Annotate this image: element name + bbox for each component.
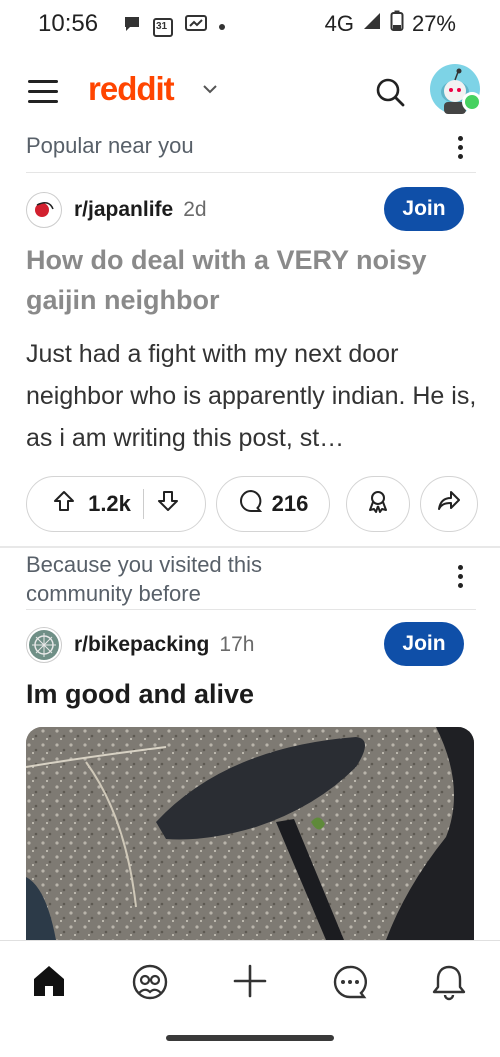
app-header: reddit [0,56,500,126]
comment-icon [238,488,264,520]
avatar[interactable] [430,64,482,114]
comments-button[interactable]: 216 [216,476,330,532]
post-separator [0,546,500,548]
community-name[interactable]: r/japanlife [74,198,173,222]
post-age: 17h [219,633,255,656]
join-button[interactable]: Join [384,622,464,666]
post-community-header: r/japanlife 2d [26,192,207,228]
section-options-icon[interactable] [458,136,464,163]
share-button[interactable] [420,476,478,532]
reddit-logo[interactable]: reddit [88,70,175,108]
join-button[interactable]: Join [384,187,464,231]
section-title-popular: Popular near you [26,133,194,158]
calendar-notification-icon: 31 [152,16,174,38]
post-body[interactable]: Just had a fight with my next door neigh… [26,333,478,459]
post-community-header: r/bikepacking 17h [26,627,254,663]
section-divider [26,172,476,173]
vote-count: 1.2k [88,491,131,516]
section-divider [26,609,476,610]
gesture-handle[interactable] [166,1035,334,1041]
create-post-icon[interactable] [232,963,268,1004]
search-icon[interactable] [374,76,406,113]
downvote-icon[interactable] [156,489,180,519]
battery-icon [390,10,404,38]
vote-bar: 1.2k [26,476,206,532]
post-title[interactable]: How do deal with a VERY noisy gaijin nei… [26,240,476,320]
community-name[interactable]: r/bikepacking [74,633,209,657]
status-time: 10:56 [38,10,99,37]
home-icon[interactable] [31,963,67,1004]
share-icon [436,488,462,520]
calendar-day: 31 [156,20,168,32]
section-title-visited: Because you visited this community befor… [26,552,263,606]
network-type: 4G [324,11,354,36]
chat-notification-icon [122,14,142,39]
more-notifications-dot-icon [218,18,226,36]
notifications-bell-icon[interactable] [431,963,467,1006]
screen-notification-icon [184,13,208,40]
post-image[interactable] [26,727,474,940]
menu-icon[interactable] [28,80,58,103]
section-options-icon[interactable] [458,565,464,592]
comment-count: 216 [271,491,309,516]
award-button[interactable] [346,476,410,532]
award-icon [365,488,391,520]
signal-icon [362,11,382,37]
communities-icon[interactable] [131,963,169,1006]
status-bar: 10:56 31 4G 27% [0,0,500,48]
community-icon-japanlife[interactable] [26,192,62,228]
community-icon-bikepacking[interactable] [26,627,62,663]
battery-percent: 27% [411,11,456,36]
post-title[interactable]: Im good and alive [26,679,254,710]
online-status-indicator [462,92,482,112]
chat-icon[interactable] [331,963,369,1006]
upvote-icon[interactable] [52,489,76,519]
post-age: 2d [183,198,207,221]
chevron-down-icon[interactable] [202,82,218,100]
